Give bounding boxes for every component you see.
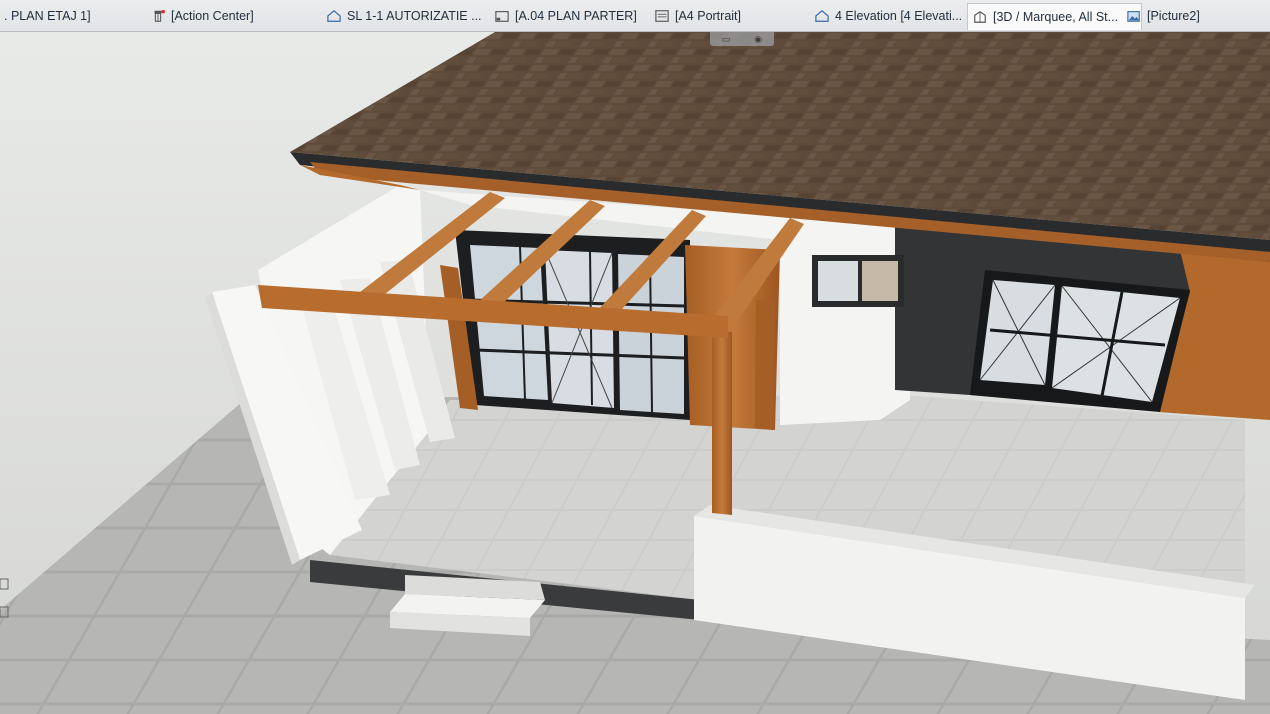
tab-label: SL 1-1 AUTORIZATIE ... [347,9,482,23]
tab-action-center[interactable]: [Action Center] [150,5,254,27]
tab-label: . PLAN ETAJ 1] [4,9,91,23]
layout-sheet-icon [655,10,669,22]
page-icon[interactable] [0,606,9,618]
view-tab-bar: . PLAN ETAJ 1] [Action Center] SL 1-1 AU… [0,0,1270,32]
pergola-post-front [712,330,732,515]
tab-3d-marquee[interactable]: [3D / Marquee, All St... × [967,3,1142,30]
tab-label: [Action Center] [171,9,254,23]
tab-plan-parter[interactable]: [A.04 PLAN PARTER] [494,5,637,27]
section-icon [327,9,341,22]
3d-model-render [0,32,1270,714]
3d-view-icon [974,11,986,23]
elevation-icon [815,9,829,22]
layout-icon [495,11,509,22]
picture-icon [1127,11,1140,22]
tab-label: [A.04 PLAN PARTER] [515,9,637,23]
right-window [970,270,1190,412]
left-edge-toolbar [0,575,10,635]
tab-plan-etaj-1[interactable]: . PLAN ETAJ 1] [4,5,91,27]
tab-label: [3D / Marquee, All St... [993,10,1119,24]
small-window [812,255,904,307]
tab-label: [A4 Portrait] [675,9,741,23]
eye-icon[interactable]: ◉ [754,34,762,45]
tab-picture2[interactable]: [Picture2] [1126,5,1200,27]
tab-label: [Picture2] [1147,9,1200,23]
tab-4-elevation[interactable]: 4 Elevation [4 Elevati... [814,5,962,27]
view-mini-toolbar[interactable]: ▭ ◉ [710,32,774,46]
document-icon[interactable] [0,578,9,590]
tab-label: 4 Elevation [4 Elevati... [835,9,963,23]
tab-a4-portrait[interactable]: [A4 Portrait] [654,5,741,27]
3d-viewport[interactable] [0,32,1270,714]
hide-icon[interactable]: ▭ [722,34,731,45]
action-center-icon [154,9,165,22]
tab-section-autorizatie[interactable]: SL 1-1 AUTORIZATIE ... [326,5,482,27]
pergola-post-back [755,300,775,430]
